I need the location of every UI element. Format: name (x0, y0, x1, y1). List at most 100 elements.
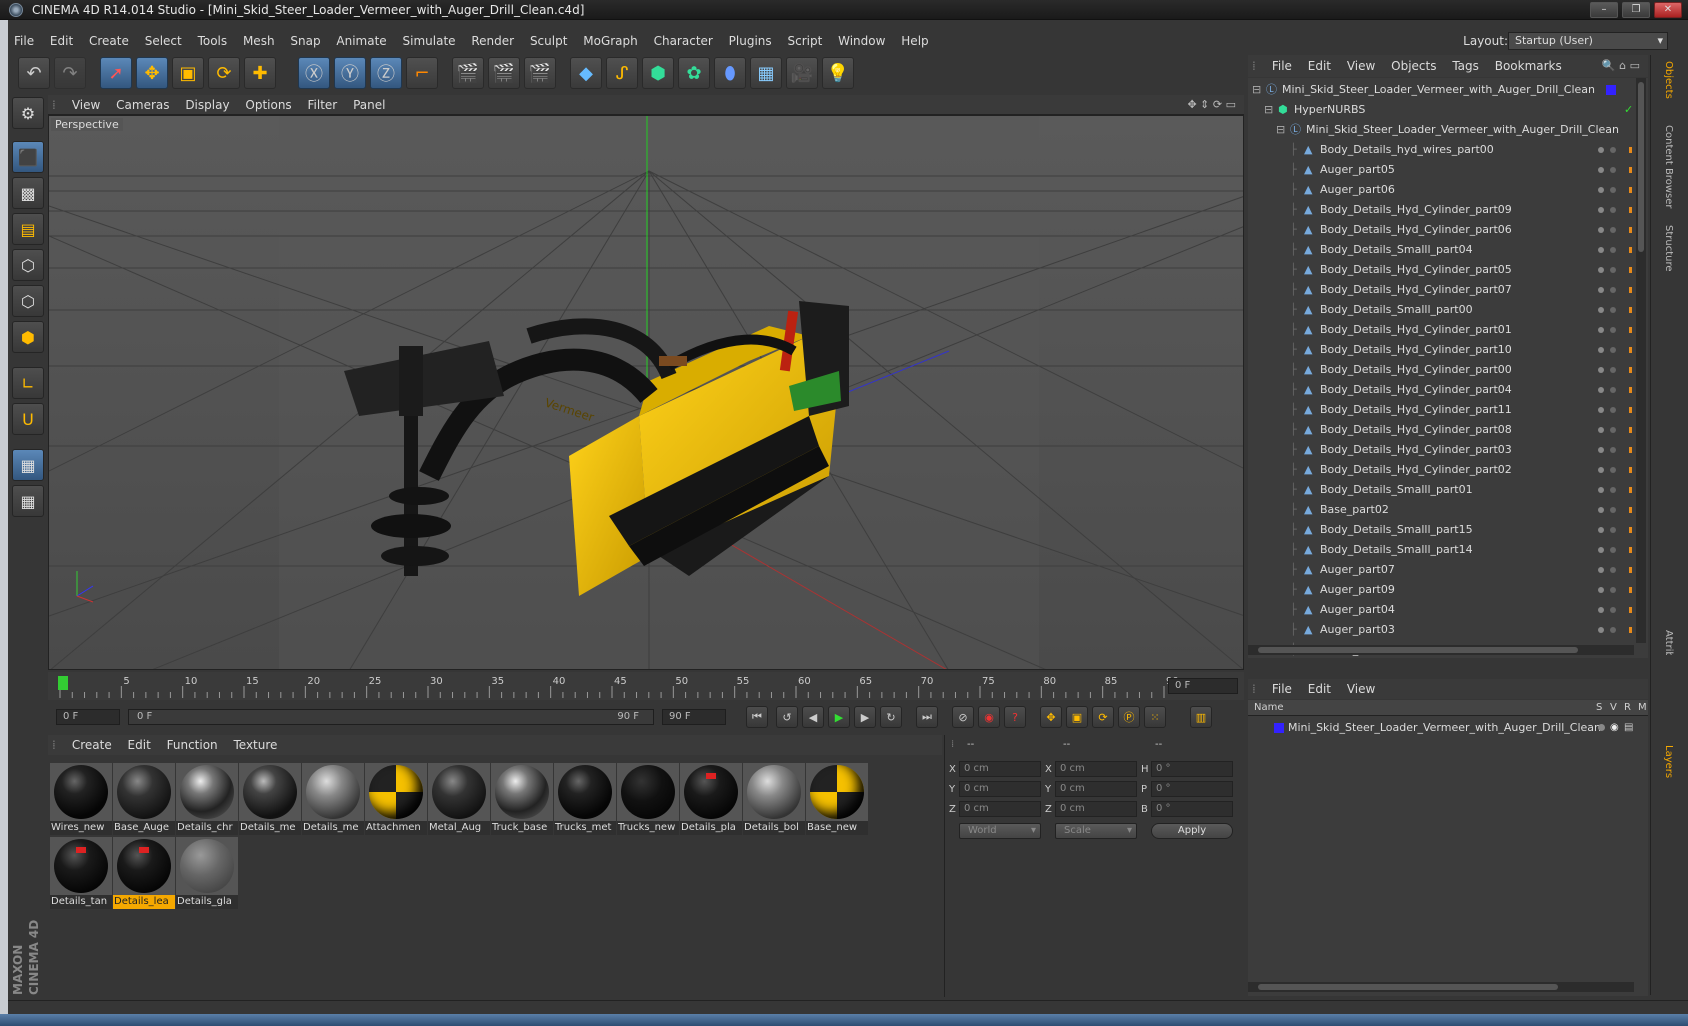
world-dropdown[interactable]: World ▾ (959, 823, 1041, 839)
render-visibility-dot[interactable] (1610, 607, 1616, 613)
layer-hscrollbar[interactable] (1248, 982, 1634, 992)
material-thumbnail[interactable]: Details_pla (680, 763, 742, 835)
object-row[interactable]: ├ ▲ Auger_part07 (1248, 560, 1648, 580)
editor-visibility-dot[interactable] (1598, 207, 1604, 213)
editor-visibility-dot[interactable] (1598, 547, 1604, 553)
object-row[interactable]: ├ ▲ Body_Details_hyd_wires_part00 (1248, 140, 1648, 160)
material-thumbnail[interactable]: Trucks_new (617, 763, 679, 835)
render-visibility-dot[interactable] (1610, 287, 1616, 293)
editor-visibility-dot[interactable] (1598, 307, 1604, 313)
material-tag-icon[interactable] (1629, 467, 1632, 473)
layer-menu-file[interactable]: File (1266, 679, 1298, 699)
editor-visibility-dot[interactable] (1598, 187, 1604, 193)
z-axis-button[interactable]: Ⓩ (370, 57, 402, 89)
render-visibility-dot[interactable] (1610, 247, 1616, 253)
editor-visibility-dot[interactable] (1598, 387, 1604, 393)
prev-key-button[interactable]: ↺ (776, 706, 798, 728)
object-row[interactable]: ├ ▲ Auger_part04 (1248, 600, 1648, 620)
material-tag-icon[interactable] (1629, 427, 1632, 433)
object-row[interactable]: ├ ▲ Auger_part06 (1248, 180, 1648, 200)
key-parameter-button[interactable]: Ⓟ (1118, 706, 1140, 728)
object-menu-file[interactable]: File (1266, 55, 1298, 77)
render-visibility-dot[interactable] (1610, 487, 1616, 493)
object-row[interactable]: ├ ▲ Body_Details_Hyd_Cylinder_part09 (1248, 200, 1648, 220)
layer-row[interactable]: Mini_Skid_Steer_Loader_Vermeer_with_Auge… (1248, 718, 1648, 738)
soft-selection-button[interactable]: ▦ (12, 485, 44, 517)
coordinate-system-button[interactable]: ⌐ (406, 57, 438, 89)
editor-visibility-dot[interactable] (1598, 287, 1604, 293)
render-visibility-dot[interactable] (1610, 627, 1616, 633)
object-row[interactable]: ├ ▲ Body_Details_Hyd_Cylinder_part04 (1248, 380, 1648, 400)
editor-visibility-dot[interactable] (1598, 367, 1604, 373)
object-menu-view[interactable]: View (1341, 55, 1381, 77)
material-thumbnail[interactable]: Details_chr (176, 763, 238, 835)
polygons-mode-button[interactable]: ⬢ (12, 321, 44, 353)
render-visibility-dot[interactable] (1610, 567, 1616, 573)
add-array-button[interactable]: ✿ (678, 57, 710, 89)
editor-visibility-dot[interactable] (1598, 267, 1604, 273)
autokey-button[interactable]: ? (1004, 706, 1026, 728)
make-editable-button[interactable]: ⚙ (12, 97, 44, 129)
render-visibility-dot[interactable] (1610, 167, 1616, 173)
render-visibility-dot[interactable] (1610, 187, 1616, 193)
keyframe-selection-button[interactable]: ⊘ (952, 706, 974, 728)
editor-visibility-dot[interactable] (1598, 507, 1604, 513)
editor-visibility-dot[interactable] (1598, 587, 1604, 593)
viewport-menu-view[interactable]: View (66, 95, 106, 115)
pos-x-field[interactable]: 0 cm (959, 761, 1041, 777)
viewport-menu-display[interactable]: Display (179, 95, 235, 115)
viewport-menu-panel[interactable]: Panel (347, 95, 391, 115)
go-to-end-button[interactable]: ⏭ (916, 706, 938, 728)
move-tool-button[interactable]: ✥ (136, 57, 168, 89)
material-tag-icon[interactable] (1629, 507, 1632, 513)
solo-dot[interactable] (1598, 724, 1605, 731)
material-tag-icon[interactable] (1629, 187, 1632, 193)
material-tag-icon[interactable] (1629, 587, 1632, 593)
object-row[interactable]: ├ ▲ Body_Details_Hyd_Cylinder_part05 (1248, 260, 1648, 280)
render-settings-button[interactable]: 🎬 (524, 57, 556, 89)
editor-visibility-dot[interactable] (1598, 227, 1604, 233)
scroll-thumb[interactable] (1638, 82, 1644, 252)
viewport-nav-icons[interactable]: ✥ ⇕ ⟳ ▭ (1187, 95, 1236, 115)
menu-select[interactable]: Select (139, 30, 188, 52)
tab-structure[interactable]: Structure (1663, 225, 1674, 272)
menu-window[interactable]: Window (832, 30, 891, 52)
layer-menu-edit[interactable]: Edit (1302, 679, 1337, 699)
editor-visibility-dot[interactable] (1598, 487, 1604, 493)
object-row-root[interactable]: ⊟ Ⓛ Mini_Skid_Steer_Loader_Vermeer_with_… (1248, 80, 1648, 100)
redo-button[interactable]: ↷ (54, 57, 86, 89)
material-tag-icon[interactable] (1629, 407, 1632, 413)
tab-layers[interactable]: Layers (1663, 745, 1674, 778)
edges-mode-button[interactable]: ⬡ (12, 285, 44, 317)
next-frame-button[interactable]: ▶ (854, 706, 876, 728)
editor-visibility-dot[interactable] (1598, 527, 1604, 533)
search-icon[interactable]: 🔍 ⌂ ▭ (1602, 55, 1640, 77)
scroll-thumb[interactable] (1258, 647, 1578, 653)
size-y-field[interactable]: 0 cm (1055, 781, 1137, 797)
layer-menu-view[interactable]: View (1341, 679, 1381, 699)
start-frame-field[interactable]: 0 F (56, 709, 120, 725)
render-visibility-dot[interactable] (1610, 387, 1616, 393)
render-visibility-dot[interactable] (1610, 547, 1616, 553)
editor-visibility-dot[interactable] (1598, 607, 1604, 613)
render-visibility-dot[interactable] (1610, 467, 1616, 473)
pos-y-field[interactable]: 0 cm (959, 781, 1041, 797)
add-cube-button[interactable]: ◆ (570, 57, 602, 89)
material-tag-icon[interactable] (1629, 387, 1632, 393)
timeline-ruler[interactable]: 051015202530354045505560657075808590 0 F (48, 672, 1244, 700)
object-row[interactable]: ├ ▲ Auger_part03 (1248, 620, 1648, 640)
menu-plugins[interactable]: Plugins (723, 30, 778, 52)
timeline-layout-button[interactable]: ▥ (1190, 706, 1212, 728)
key-scale-button[interactable]: ▣ (1066, 706, 1088, 728)
menu-snap[interactable]: Snap (284, 30, 326, 52)
object-row[interactable]: ├ ▲ Base_part02 (1248, 500, 1648, 520)
editor-visibility-dot[interactable] (1598, 167, 1604, 173)
editor-visibility-dot[interactable] (1598, 567, 1604, 573)
material-thumbnail[interactable]: Details_me (302, 763, 364, 835)
material-menu-function[interactable]: Function (161, 735, 224, 755)
prev-frame-button[interactable]: ◀ (802, 706, 824, 728)
next-key-button[interactable]: ↻ (880, 706, 902, 728)
material-tag-icon[interactable] (1629, 527, 1632, 533)
playhead-marker[interactable] (58, 676, 68, 690)
material-tag-icon[interactable] (1629, 167, 1632, 173)
